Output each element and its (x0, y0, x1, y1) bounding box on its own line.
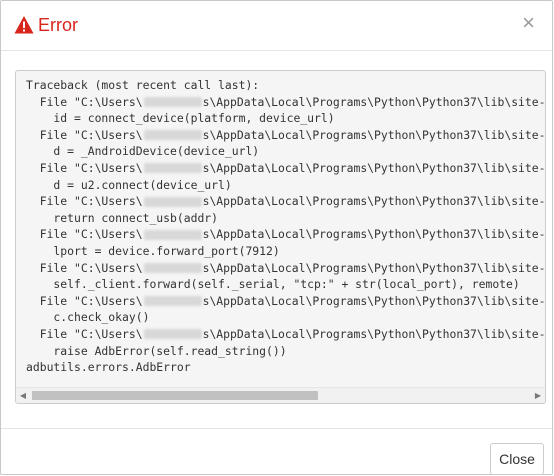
dialog-title: Error (38, 15, 78, 35)
traceback-line: self._client.forward(self._serial, "tcp:… (26, 276, 545, 293)
traceback-line: d = u2.connect(device_url) (26, 177, 545, 194)
traceback-line: d = _AndroidDevice(device_url) (26, 143, 545, 160)
traceback-line-text: d = u2.connect(device_url) (26, 177, 232, 192)
traceback-line: File "C:\Users\ s\AppData\Local\Programs\… (26, 293, 545, 310)
redacted-username (143, 296, 202, 307)
traceback-line: c.check_okay() (26, 309, 545, 326)
scroll-right-icon[interactable]: ▶ (531, 388, 545, 403)
file-path-prefix: File "C:\Users\ (26, 227, 143, 242)
dialog-footer: Close (1, 428, 552, 476)
traceback-line-text: return connect_usb(addr) (26, 210, 219, 225)
traceback-line-text: c.check_okay() (26, 310, 150, 325)
traceback-line: File "C:\Users\ s\AppData\Local\Programs\… (26, 226, 545, 243)
traceback-line: return connect_usb(addr) (26, 210, 545, 227)
traceback-box: Traceback (most recent call last): File … (15, 70, 546, 404)
file-path-suffix: s\AppData\Local\Programs\Python\Python37… (202, 227, 546, 242)
horizontal-scrollbar[interactable]: ◀ ▶ (16, 387, 545, 403)
traceback-line: lport = device.forward_port(7912) (26, 243, 545, 260)
file-path-prefix: File "C:\Users\ (26, 293, 143, 308)
file-path-prefix: File "C:\Users\ (26, 260, 143, 275)
file-path-prefix: File "C:\Users\ (26, 127, 143, 142)
redacted-username (143, 97, 202, 108)
redacted-username (143, 329, 202, 340)
traceback-line: File "C:\Users\ s\AppData\Local\Programs\… (26, 160, 545, 177)
traceback-line: adbutils.errors.AdbError (26, 359, 545, 376)
file-path-suffix: s\AppData\Local\Programs\Python\Python37… (202, 94, 546, 109)
redacted-username (143, 229, 202, 240)
redacted-username (143, 196, 202, 207)
error-dialog: Error × Traceback (most recent call last… (0, 0, 553, 475)
warning-icon (14, 15, 34, 35)
file-path-prefix: File "C:\Users\ (26, 194, 143, 209)
redacted-username (143, 130, 202, 141)
traceback-line-text: adbutils.errors.AdbError (26, 360, 191, 375)
file-path-suffix: s\AppData\Local\Programs\Python\Python37… (202, 326, 546, 341)
close-icon[interactable]: × (522, 12, 535, 34)
traceback-line: File "C:\Users\ s\AppData\Local\Programs\… (26, 127, 545, 144)
close-button[interactable]: Close (490, 443, 544, 475)
redacted-username (143, 163, 202, 174)
file-path-suffix: s\AppData\Local\Programs\Python\Python37… (202, 127, 546, 142)
file-path-prefix: File "C:\Users\ (26, 326, 143, 341)
scrollbar-thumb[interactable] (32, 391, 318, 400)
traceback-line-text: self._client.forward(self._serial, "tcp:… (26, 277, 520, 292)
redacted-username (143, 263, 202, 274)
traceback-line: File "C:\Users\ s\AppData\Local\Programs\… (26, 193, 545, 210)
traceback-line-text: raise AdbError(self.read_string()) (26, 343, 287, 358)
traceback-line-text: id = connect_device(platform, device_url… (26, 111, 335, 126)
file-path-suffix: s\AppData\Local\Programs\Python\Python37… (202, 260, 546, 275)
file-path-prefix: File "C:\Users\ (26, 160, 143, 175)
traceback-line-text: d = _AndroidDevice(device_url) (26, 144, 260, 159)
traceback-line-text: lport = device.forward_port(7912) (26, 243, 280, 258)
traceback-line: id = connect_device(platform, device_url… (26, 110, 545, 127)
traceback-line: File "C:\Users\ s\AppData\Local\Programs\… (26, 260, 545, 277)
file-path-suffix: s\AppData\Local\Programs\Python\Python37… (202, 293, 546, 308)
traceback-line: raise AdbError(self.read_string()) (26, 343, 545, 360)
traceback-line-text: Traceback (most recent call last): (26, 78, 260, 92)
file-path-prefix: File "C:\Users\ (26, 94, 143, 109)
dialog-header: Error × (1, 1, 552, 51)
traceback-text: Traceback (most recent call last): File … (26, 77, 545, 376)
traceback-line: Traceback (most recent call last): (26, 77, 545, 94)
scroll-left-icon[interactable]: ◀ (16, 388, 30, 403)
file-path-suffix: s\AppData\Local\Programs\Python\Python37… (202, 194, 546, 209)
traceback-line: File "C:\Users\ s\AppData\Local\Programs\… (26, 326, 545, 343)
file-path-suffix: s\AppData\Local\Programs\Python\Python37… (202, 160, 546, 175)
dialog-body: Traceback (most recent call last): File … (1, 51, 552, 428)
traceback-line: File "C:\Users\ s\AppData\Local\Programs\… (26, 94, 545, 111)
